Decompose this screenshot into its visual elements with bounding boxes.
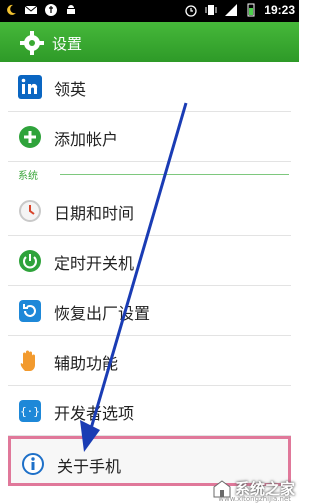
braces-icon: {·}: [19, 400, 41, 422]
settings-item-label: 开发者选项: [54, 404, 135, 423]
settings-list: 领英 添加帐户 系统 日期和时间 定时开关机 恢复出厂设置 辅助功能 {·} 开…: [8, 62, 291, 486]
android-icon: [67, 5, 75, 14]
page-title: 设置: [52, 35, 83, 53]
settings-item-label: 恢复出厂设置: [54, 304, 151, 323]
power-icon: [19, 250, 41, 272]
settings-item-label: 定时开关机: [54, 254, 135, 273]
section-label: 系统: [18, 171, 38, 182]
app-header: 设置: [0, 22, 299, 62]
settings-item-label: 关于手机: [57, 457, 122, 476]
mail-icon: [24, 5, 38, 14]
svg-text:{·}: {·}: [20, 405, 40, 418]
vibrate-icon: [205, 5, 217, 15]
gear-icon[interactable]: [20, 31, 44, 55]
alarm-icon: [185, 5, 197, 17]
settings-item-label: 辅助功能: [54, 354, 119, 373]
moon-icon: [7, 4, 16, 15]
plus-circle-icon: [19, 126, 41, 148]
section-header-system: 系统: [8, 162, 291, 186]
status-bar: 19:23: [0, 0, 299, 22]
watermark-url: www.xitongzhijia.net: [218, 495, 291, 503]
clock-icon: [19, 200, 41, 222]
signal-icon: [225, 4, 238, 16]
status-time: 19:23: [264, 3, 295, 17]
settings-item-add-account[interactable]: 添加帐户: [8, 112, 291, 162]
settings-item-label: 添加帐户: [54, 130, 119, 149]
settings-item-date-time[interactable]: 日期和时间: [8, 186, 291, 236]
usb-icon: [45, 4, 57, 16]
hand-icon: [20, 350, 35, 371]
restore-icon: [19, 300, 41, 322]
linkedin-icon: [18, 75, 42, 99]
settings-item-label: 日期和时间: [54, 204, 135, 223]
settings-item-factory-reset[interactable]: 恢复出厂设置: [8, 286, 291, 336]
settings-item-developer-options[interactable]: {·} 开发者选项: [8, 386, 291, 436]
settings-item-label: 领英: [54, 80, 87, 99]
settings-item-accessibility[interactable]: 辅助功能: [8, 336, 291, 386]
info-icon: [22, 453, 44, 475]
battery-icon: [247, 3, 255, 17]
settings-item-scheduled-power[interactable]: 定时开关机: [8, 236, 291, 286]
section-divider: [60, 174, 289, 175]
settings-item-linkedin[interactable]: 领英: [8, 62, 291, 112]
